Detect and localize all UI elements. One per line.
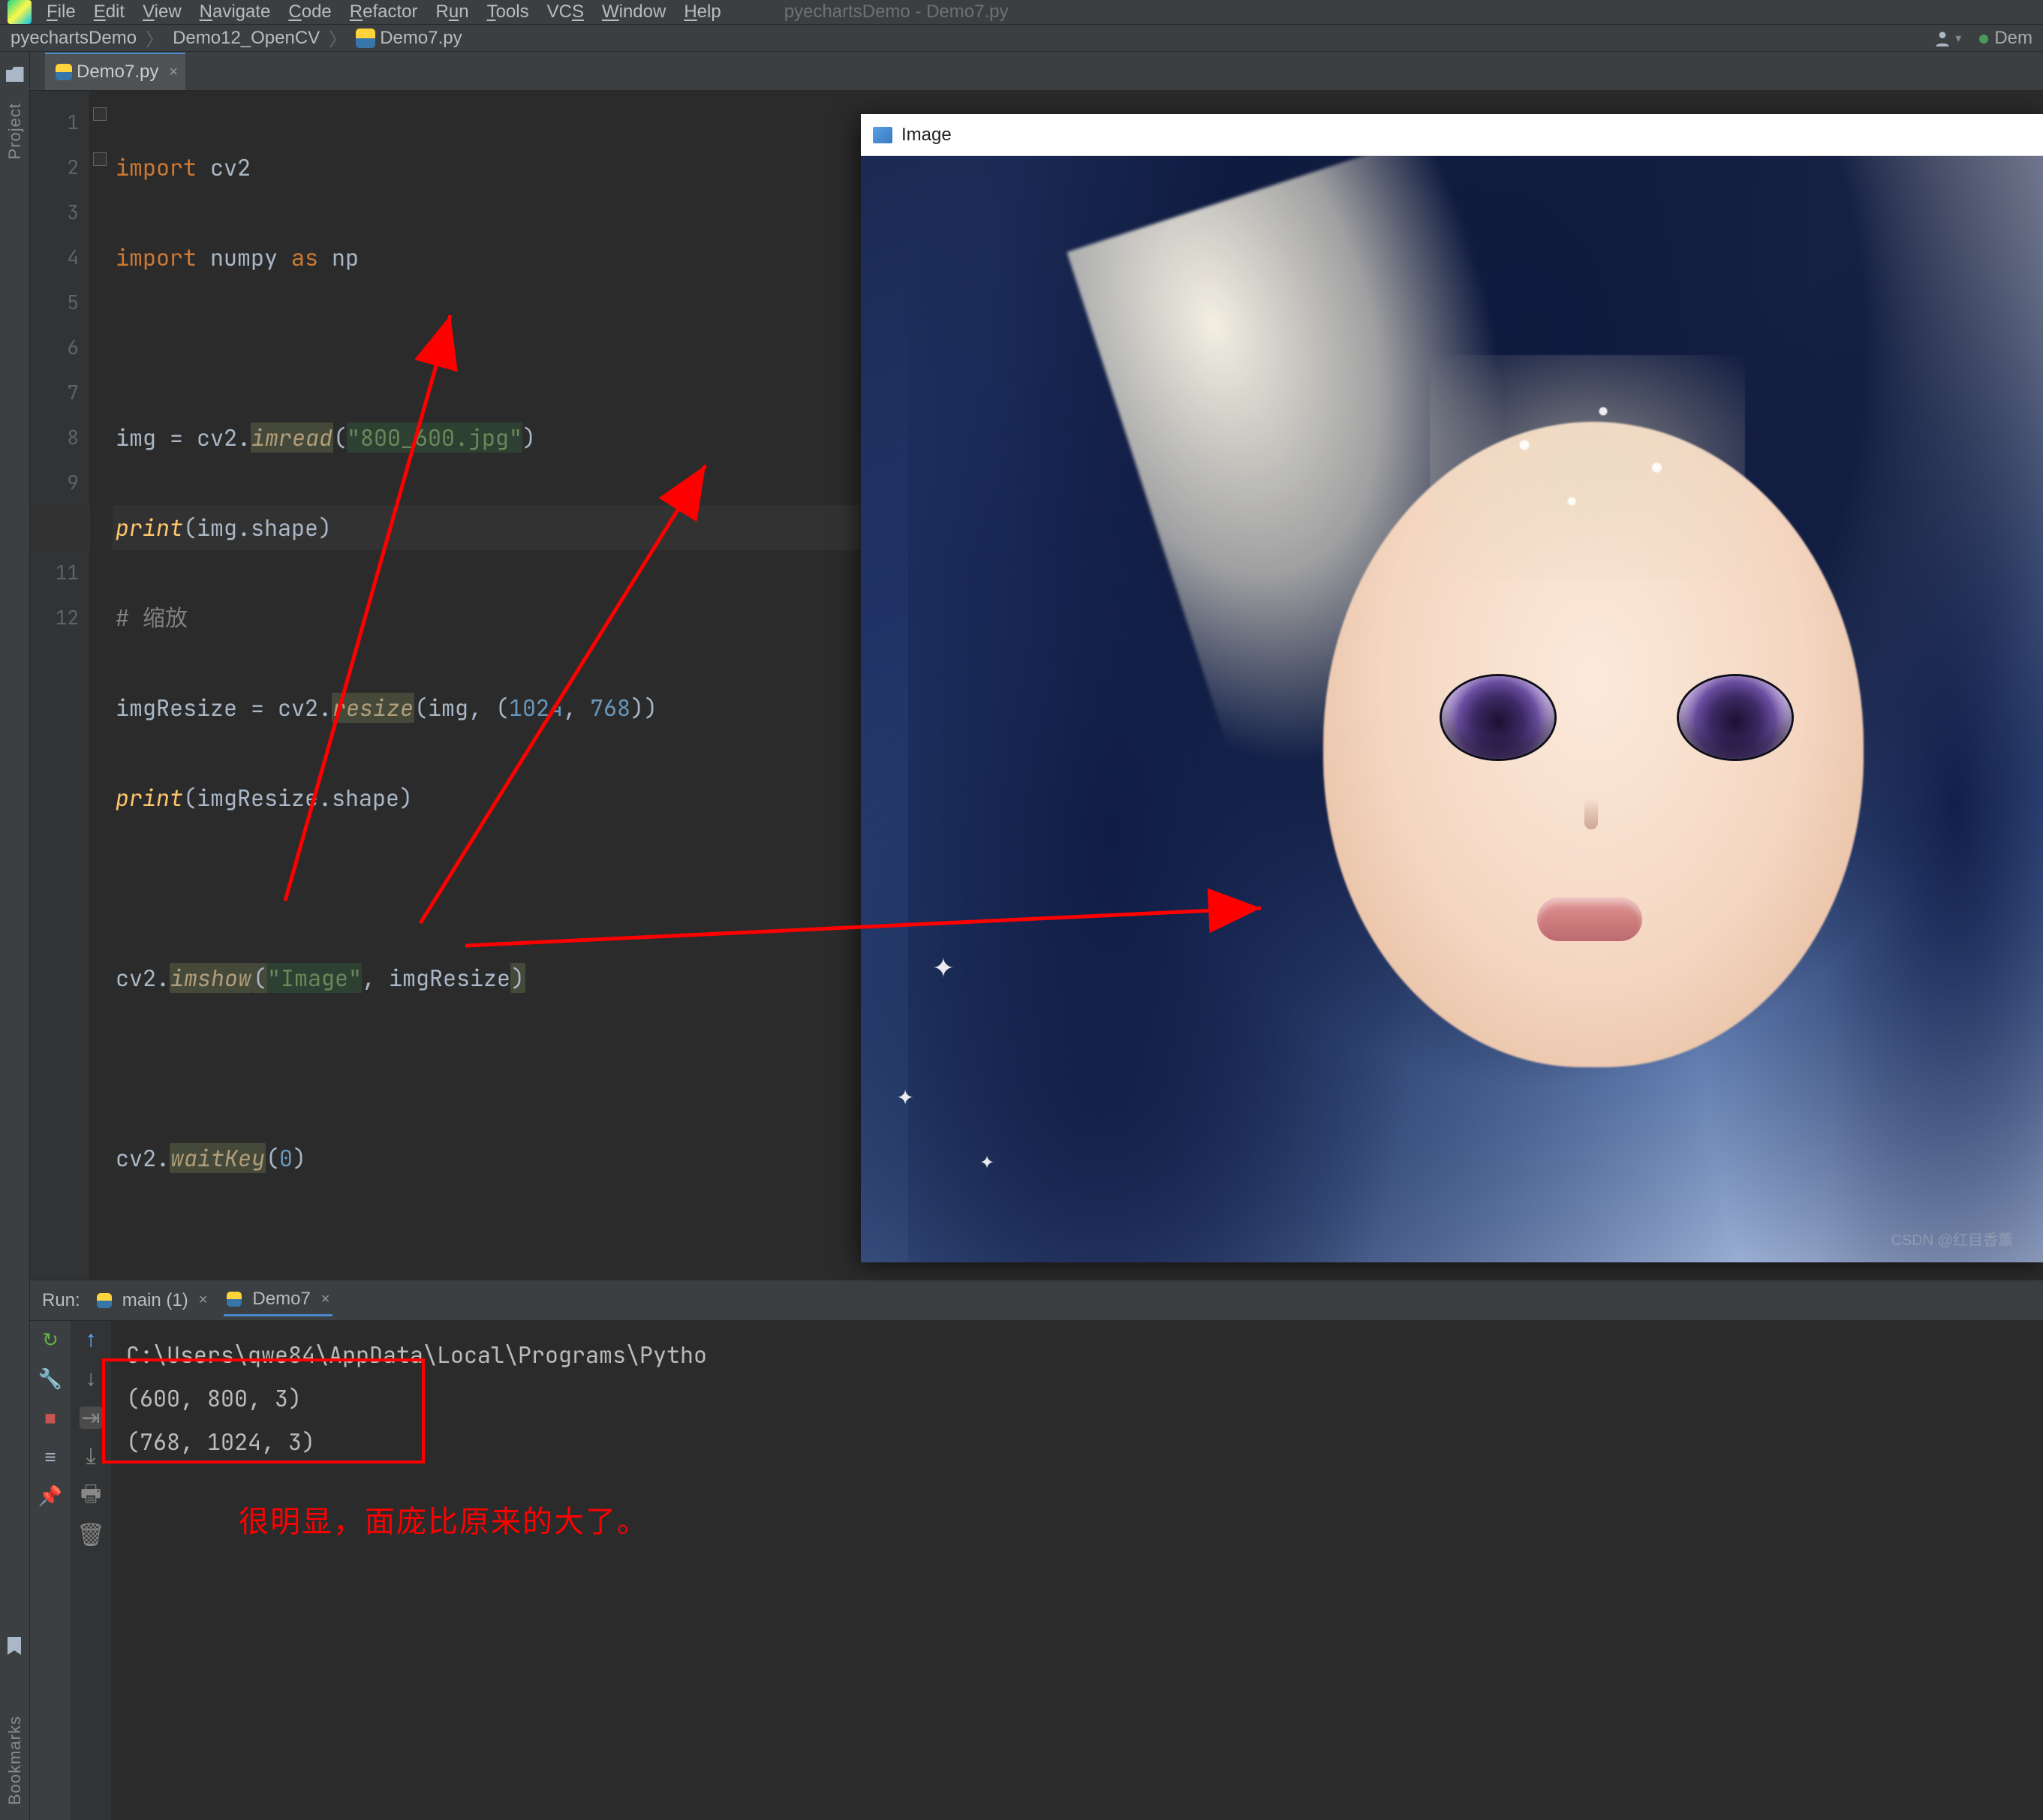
python-file-icon [356, 29, 375, 48]
watermark: CSDN @红目香薰 [1891, 1228, 2013, 1250]
breadcrumb-file[interactable]: Demo7.py [356, 28, 462, 49]
annotation-text: 很明显，面庞比原来的大了。 [239, 1500, 648, 1543]
menu-run[interactable]: Run [436, 2, 469, 23]
run-nav-toolbar: ↑ ↓ ⇥ ⤓ 🖶 🗑 [71, 1321, 111, 1820]
line-gutter: 123 456 789 101112 [30, 91, 90, 1280]
run-header: Run: main (1)× Demo7× [30, 1280, 2043, 1321]
user-menu-button[interactable]: ▾ [1933, 29, 1961, 48]
menu-vcs[interactable]: VCS [547, 2, 584, 23]
run-tab-main[interactable]: main (1)× [94, 1286, 211, 1316]
close-icon[interactable]: × [199, 1292, 208, 1309]
menu-refactor[interactable]: Refactor [350, 2, 418, 23]
run-toolbar: ↻ 🔧 ■ ≡ 📌 [30, 1321, 71, 1820]
image-canvas: ✦ ✦ ✦ [861, 156, 2043, 1262]
pycharm-icon [8, 0, 32, 24]
navigation-bar: pyechartsDemo 〉 Demo12_OpenCV 〉 Demo7.py… [0, 25, 2043, 52]
menu-edit[interactable]: Edit [94, 2, 125, 23]
editor-tab-demo7[interactable]: Demo7.py × [45, 53, 185, 90]
stop-icon[interactable]: ■ [39, 1406, 62, 1429]
arrow-down-icon[interactable]: ↓ [80, 1367, 102, 1390]
editor-tabs: Demo7.py × [30, 52, 2043, 91]
menu-code[interactable]: Code [288, 2, 331, 23]
fold-marker-icon[interactable] [93, 107, 107, 121]
menu-window[interactable]: Window [602, 2, 666, 23]
image-window-titlebar[interactable]: Image [861, 114, 2043, 156]
bookmarks-tool-label[interactable]: Bookmarks [5, 1716, 25, 1805]
menu-navigate[interactable]: Navigate [200, 2, 271, 23]
nav-right-controls: ▾ Dem [1933, 28, 2032, 49]
python-file-icon [97, 1293, 112, 1308]
close-icon[interactable]: × [169, 64, 178, 81]
fold-column [90, 91, 113, 1280]
close-icon[interactable]: × [321, 1291, 330, 1308]
breadcrumb-folder[interactable]: Demo12_OpenCV [173, 28, 320, 49]
window-title: pyechartsDemo - Demo7.py [784, 2, 1009, 23]
settings-icon[interactable]: 🔧 [39, 1367, 62, 1390]
project-tool-icon[interactable] [6, 67, 24, 82]
image-window-title: Image [901, 125, 952, 146]
avatar-icon [1933, 29, 1952, 48]
trash-icon[interactable]: 🗑 [80, 1524, 102, 1546]
pin-icon[interactable]: 📌 [39, 1485, 62, 1507]
console-output[interactable]: C:\Users\qwe84\AppData\Local\Programs\Py… [111, 1321, 2043, 1820]
breadcrumbs: pyechartsDemo 〉 Demo12_OpenCV 〉 Demo7.py [11, 25, 462, 51]
left-tool-strip: Project Bookmarks [0, 52, 30, 1820]
console-line: (768, 1024, 3) [126, 1420, 2028, 1464]
menu-tools[interactable]: Tools [487, 2, 529, 23]
scroll-to-end-icon[interactable]: ⤓ [80, 1445, 102, 1468]
menu-file[interactable]: File [47, 2, 76, 23]
arrow-up-icon[interactable]: ↑ [80, 1328, 102, 1351]
window-icon [873, 127, 892, 143]
main-menu-bar: File Edit View Navigate Code Refactor Ru… [0, 0, 2043, 25]
fold-marker-icon[interactable] [93, 152, 107, 166]
run-config-selector[interactable]: Dem [1979, 28, 2032, 49]
menu-help[interactable]: Help [684, 2, 721, 23]
run-tool-window: Run: main (1)× Demo7× ↻ 🔧 ■ [30, 1280, 2043, 1820]
chevron-right-icon: 〉 [146, 25, 164, 51]
breadcrumb-root[interactable]: pyechartsDemo [11, 28, 137, 49]
rerun-icon[interactable]: ↻ [39, 1328, 62, 1351]
editor-tab-label: Demo7.py [77, 62, 158, 83]
soft-wrap-icon[interactable]: ⇥ [80, 1406, 102, 1429]
run-label: Run: [42, 1290, 80, 1311]
bookmark-icon[interactable] [8, 1637, 21, 1655]
menu-view[interactable]: View [143, 2, 182, 23]
console-line: C:\Users\qwe84\AppData\Local\Programs\Py… [126, 1333, 2028, 1376]
chevron-right-icon: 〉 [329, 25, 347, 51]
print-icon[interactable]: 🖶 [80, 1485, 102, 1507]
project-tool-label[interactable]: Project [5, 103, 25, 159]
console-line: (600, 800, 3) [126, 1376, 2028, 1420]
python-file-icon [56, 64, 72, 80]
python-file-icon [227, 1292, 242, 1307]
layout-icon[interactable]: ≡ [39, 1445, 62, 1468]
image-preview-window[interactable]: Image ✦ ✦ ✦ [861, 114, 2043, 1262]
run-tab-demo7[interactable]: Demo7× [224, 1284, 332, 1316]
